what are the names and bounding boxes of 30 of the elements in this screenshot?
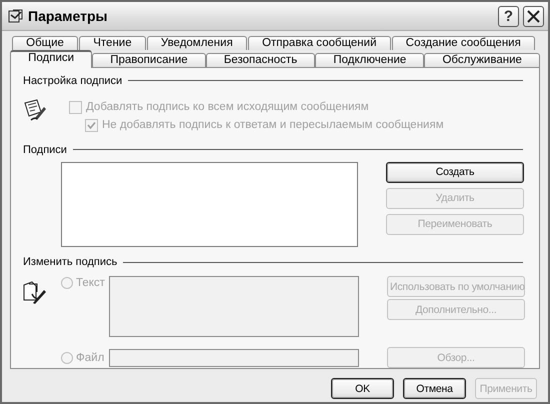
tab[interactable]: Безопасность: [206, 53, 316, 67]
text-area[interactable]: [109, 276, 359, 337]
checkbox-label: Добавлять подпись ко всем исходящим сообщениям: [86, 101, 369, 114]
help-button[interactable]: ?: [498, 6, 519, 26]
checkbox-label: Не добавлять подпись к ответам и пересылаемым сообщениям: [102, 119, 444, 132]
dialog-button[interactable]: OK: [331, 378, 394, 399]
signature-icon: [23, 98, 47, 122]
close-icon: [527, 10, 540, 22]
dialog-button[interactable]: Создать: [386, 162, 524, 183]
tab[interactable]: Правописание: [92, 53, 206, 67]
dialog-button[interactable]: Отмена: [403, 378, 466, 399]
tab[interactable]: Чтение: [79, 36, 146, 50]
file-field[interactable]: [109, 348, 359, 366]
section-heading: Настройка подписи: [23, 74, 122, 87]
tab[interactable]: Обслуживание: [424, 53, 540, 67]
tab[interactable]: Уведомления: [146, 36, 247, 50]
section-heading: Подписи: [23, 144, 67, 156]
edit-signature-icon: [23, 280, 47, 304]
radio-label: Текст: [76, 277, 105, 289]
tab[interactable]: Отправка сообщений: [248, 36, 391, 50]
radio-label: Файл: [76, 352, 104, 364]
window-title: Параметры: [28, 8, 109, 24]
tab[interactable]: Подписи: [10, 50, 92, 68]
close-button[interactable]: [523, 6, 544, 26]
section-heading: Изменить подпись: [23, 256, 118, 268]
signature-list[interactable]: [61, 162, 358, 247]
app-icon: [8, 8, 24, 24]
tab[interactable]: Общие: [12, 36, 78, 50]
tab[interactable]: Создание сообщения: [392, 36, 535, 50]
tab[interactable]: Подключение: [315, 53, 424, 67]
